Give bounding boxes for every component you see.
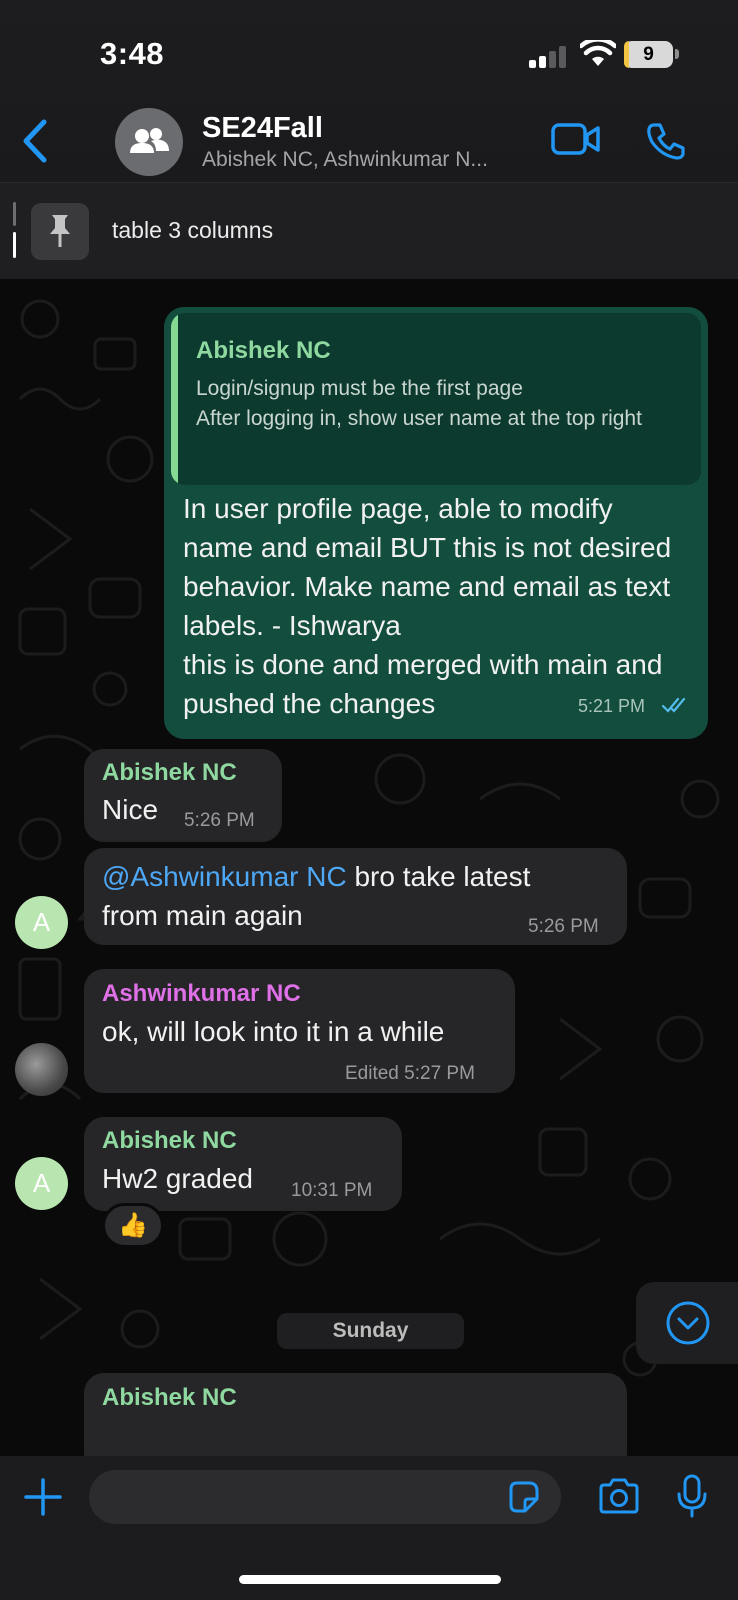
group-icon xyxy=(130,128,169,153)
scroll-down-icon xyxy=(666,1301,710,1345)
pinned-message-bar[interactable] xyxy=(0,183,738,279)
message-time: 5:26 PM xyxy=(184,810,255,831)
microphone-icon[interactable] xyxy=(676,1474,708,1518)
mention-link[interactable]: @Ashwinkumar NC xyxy=(102,861,347,892)
message-text-line-2: from main again xyxy=(102,900,303,931)
plus-icon[interactable] xyxy=(22,1476,64,1518)
pin-indicator-active xyxy=(13,232,16,258)
phone-call-icon[interactable] xyxy=(646,122,686,160)
scroll-to-bottom-button[interactable] xyxy=(636,1282,738,1364)
message-time: 10:31 PM xyxy=(291,1180,373,1201)
home-indicator[interactable] xyxy=(239,1575,501,1584)
message-text: bro take latest xyxy=(346,861,531,892)
back-chevron-icon[interactable] xyxy=(16,118,56,164)
cellular-signal-icon xyxy=(529,44,569,68)
camera-icon[interactable] xyxy=(597,1478,641,1514)
quoted-text-content: Login/signup must be the first page Afte… xyxy=(196,377,642,430)
message-input[interactable] xyxy=(89,1470,561,1524)
date-separator: Sunday xyxy=(277,1313,464,1349)
message-text: ok, will look into it in a while xyxy=(102,1016,445,1047)
pin-thumbnail xyxy=(31,203,89,260)
battery-nub xyxy=(675,49,679,59)
avatar[interactable]: A xyxy=(15,896,68,949)
double-check-icon xyxy=(662,697,686,713)
message-sender[interactable]: Abishek NC xyxy=(102,1384,237,1412)
battery-indicator: 9 xyxy=(624,41,673,68)
status-time: 3:48 xyxy=(100,36,165,71)
pin-icon xyxy=(50,215,70,247)
quoted-text: Login/signup must be the first page Afte… xyxy=(196,374,676,434)
pin-indicator xyxy=(13,202,16,226)
outgoing-message-text: In user profile page, able to modify nam… xyxy=(183,493,672,719)
message-time: 5:26 PM xyxy=(528,916,599,937)
message-text: Nice xyxy=(102,794,159,825)
chat-area[interactable]: Abishek NC Login/signup must be the firs… xyxy=(0,279,738,1456)
message-sender[interactable]: Abishek NC xyxy=(102,1127,237,1155)
reaction-badge[interactable]: 👍 xyxy=(102,1203,164,1248)
group-avatar[interactable] xyxy=(115,108,183,176)
outgoing-message-time: 5:21 PM xyxy=(578,696,646,716)
chat-header: 3:48 9 SE24Fall Abishek NC, Ashwinkumar … xyxy=(0,0,738,183)
message-sender[interactable]: Abishek NC xyxy=(102,759,237,787)
pinned-message-text[interactable]: table 3 columns xyxy=(112,217,273,244)
chat-title[interactable]: SE24Fall xyxy=(202,112,323,145)
message-text: Hw2 graded xyxy=(102,1163,253,1194)
message-sender[interactable]: Ashwinkumar NC xyxy=(102,980,301,1008)
wifi-icon xyxy=(580,40,616,66)
chat-participants[interactable]: Abishek NC, Ashwinkumar N... xyxy=(202,148,488,172)
message-text-line-1: @Ashwinkumar NC bro take latest xyxy=(102,857,530,896)
video-call-icon[interactable] xyxy=(551,122,601,156)
quoted-sender: Abishek NC xyxy=(196,337,331,364)
avatar[interactable]: A xyxy=(15,1157,68,1210)
sticker-icon[interactable] xyxy=(506,1480,540,1514)
message-time: Edited 5:27 PM xyxy=(345,1063,475,1084)
avatar[interactable] xyxy=(15,1043,68,1096)
